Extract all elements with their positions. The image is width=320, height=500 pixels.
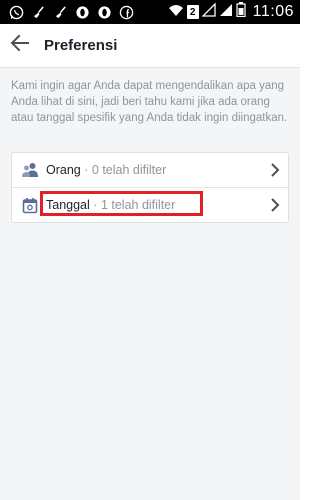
- filter-row-label: Tanggal · 1 telah difilter: [46, 198, 175, 212]
- chevron-right-icon: [268, 197, 282, 213]
- battery-icon: [236, 2, 246, 22]
- filter-list: Orang · 0 telah difilter Tanggal · 1 tel…: [11, 152, 289, 223]
- chevron-right-icon: [268, 162, 282, 178]
- signal-icon: [201, 1, 216, 22]
- page-title: Preferensi: [44, 37, 118, 54]
- preferences-content: Kami ingin agar Anda dapat mengendalikan…: [0, 68, 300, 500]
- facebook-icon: [118, 4, 134, 20]
- status-clock: 11:06: [252, 3, 294, 20]
- wifi-icon: [168, 3, 184, 22]
- filter-row-dates[interactable]: Tanggal · 1 telah difilter: [12, 187, 288, 222]
- sim-slot-badge: 2: [186, 5, 199, 19]
- broom-icon: [30, 4, 46, 20]
- broom-icon: [52, 4, 68, 20]
- back-button[interactable]: [0, 24, 40, 68]
- filter-name: Orang: [46, 163, 81, 177]
- opera-icon: [74, 4, 90, 20]
- filter-row-label: Orang · 0 telah difilter: [46, 163, 166, 177]
- filter-count: 1 telah difilter: [100, 198, 176, 212]
- filter-count: 0 telah difilter: [91, 163, 167, 177]
- filter-row-people[interactable]: Orang · 0 telah difilter: [12, 153, 288, 187]
- app-bar: Preferensi: [0, 24, 300, 68]
- calendar-icon: [19, 194, 41, 216]
- filter-name: Tanggal: [46, 198, 90, 212]
- people-icon: [19, 159, 41, 181]
- filter-separator: ·: [93, 198, 98, 212]
- intro-text: Kami ingin agar Anda dapat mengendalikan…: [11, 80, 288, 124]
- opera-icon: [96, 4, 112, 20]
- status-bar: 2 11:06: [0, 0, 300, 24]
- filter-separator: ·: [84, 163, 89, 177]
- back-arrow-icon: [10, 34, 30, 57]
- whatsapp-icon: [8, 4, 24, 20]
- signal-icon: [219, 3, 233, 22]
